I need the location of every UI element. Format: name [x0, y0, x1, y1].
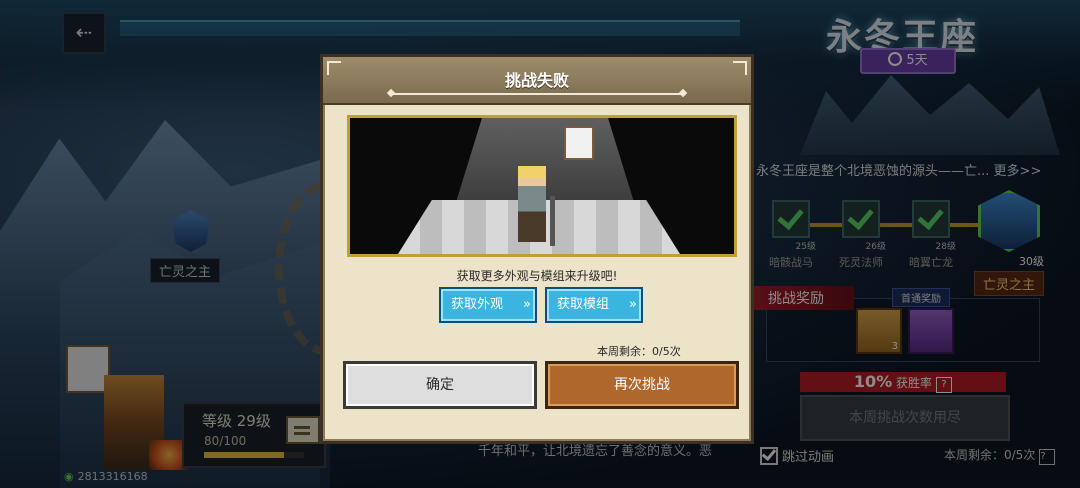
get-module-button[interactable]: 获取模组» [545, 287, 643, 323]
upgrade-hint: 获取更多外观与模组来升级吧! [456, 269, 618, 283]
double-chevron-icon: » [523, 297, 531, 312]
player-character [518, 166, 546, 242]
dialog-header: 挑战失败 [323, 57, 751, 105]
pet-ghost [564, 126, 594, 160]
confirm-button[interactable]: 确定 [343, 361, 537, 409]
double-chevron-icon: » [629, 297, 637, 312]
get-appearance-button[interactable]: 获取外观» [439, 287, 537, 323]
title-divider [391, 93, 683, 95]
dialog-title: 挑战失败 [504, 71, 569, 90]
character-preview [347, 115, 737, 257]
challenge-failed-dialog: 挑战失败 获取更多外观与模组来升级吧! 获取外观» 获取模组» 本周剩余：0/5… [320, 54, 754, 444]
weekly-remaining: 本周剩余：0/5次 [597, 345, 681, 358]
sword-icon [550, 196, 555, 246]
retry-button[interactable]: 再次挑战 [545, 361, 739, 409]
